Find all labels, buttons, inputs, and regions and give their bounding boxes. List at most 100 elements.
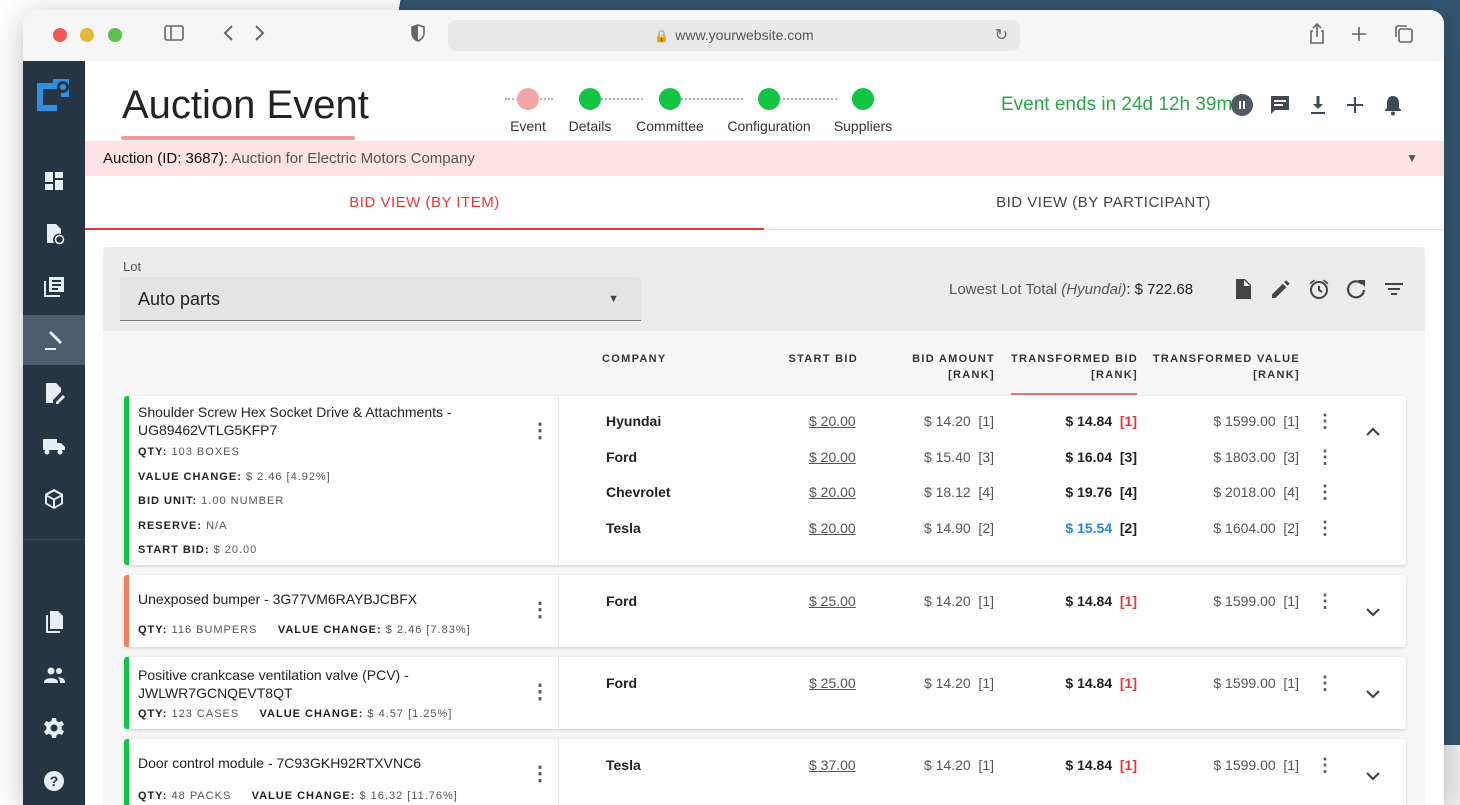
refresh-icon[interactable] (1344, 277, 1368, 301)
start-bid-link[interactable]: $ 25.00 (809, 675, 856, 691)
sidebar-item-documents[interactable] (23, 209, 85, 259)
pencil-icon[interactable] (1269, 277, 1293, 301)
browser-toolbar: 🔒 www.yourwebsite.com ↻ (23, 10, 1444, 61)
minimize-window-button[interactable] (80, 28, 94, 42)
item-title: Unexposed bumper - 3G77VM6RAYBJCBFX (138, 591, 418, 607)
download-icon[interactable] (1306, 93, 1330, 117)
lot-select[interactable]: Auto parts ▼ (120, 277, 641, 321)
forward-icon[interactable] (251, 22, 267, 50)
sidebar-item-users[interactable] (23, 650, 85, 700)
column-header-sublabel: [RANK] (1091, 369, 1138, 381)
chevron-up-icon[interactable] (1364, 423, 1382, 441)
chevron-down-icon[interactable] (1364, 767, 1382, 785)
maximize-window-button[interactable] (108, 28, 122, 42)
filter-icon[interactable] (1382, 277, 1406, 301)
step-label-committee[interactable]: Committee (636, 118, 704, 134)
item-meta-qty: QTY: 103 BOXES (138, 446, 240, 458)
company-name: Tesla (606, 520, 641, 536)
row-menu-icon[interactable]: ⋮ (1316, 591, 1334, 612)
step-dot-suppliers[interactable] (852, 88, 874, 110)
alarm-icon[interactable] (1307, 277, 1331, 301)
column-header-label: TRANSFORMED VALUE (1152, 353, 1300, 365)
sidebar-item-products[interactable] (23, 474, 85, 524)
auction-id-label: Auction (ID: 3687): (103, 150, 229, 167)
step-dot-event[interactable] (517, 88, 539, 110)
step-dot-configuration[interactable] (758, 88, 780, 110)
sidebar-item-settings[interactable] (23, 703, 85, 753)
tabs-overview-icon[interactable] (1393, 22, 1415, 52)
pause-button[interactable] (1231, 94, 1253, 116)
step-dot-committee[interactable] (659, 88, 681, 110)
reload-icon[interactable]: ↻ (995, 20, 1008, 51)
start-bid-link[interactable]: $ 20.00 (809, 484, 856, 500)
transformed-value: $ 1599.00 [1] (1213, 593, 1299, 609)
company-name: Hyundai (606, 413, 662, 429)
transformed-bid-rank: [1] (1112, 593, 1137, 609)
tab-bid-view-by-item[interactable]: BID VIEW (BY ITEM) (85, 176, 764, 230)
shield-icon[interactable] (409, 22, 427, 50)
gavel-icon (45, 331, 62, 350)
step-label-event[interactable]: Event (510, 118, 546, 134)
caret-down-icon[interactable]: ▼ (1406, 141, 1418, 176)
step-label-configuration[interactable]: Configuration (727, 118, 810, 134)
sidebar-item-files[interactable] (23, 597, 85, 647)
chat-icon[interactable] (1268, 93, 1292, 117)
row-menu-icon[interactable]: ⋮ (1316, 755, 1334, 776)
item-menu-icon[interactable]: ⋮ (530, 681, 550, 703)
status-accent (124, 657, 129, 729)
row-menu-icon[interactable]: ⋮ (1316, 447, 1334, 468)
row-menu-icon[interactable]: ⋮ (1316, 411, 1334, 432)
item-card: Door control module - 7C93GKH92RTXVNC6 Q… (124, 739, 1406, 805)
address-bar[interactable]: 🔒 www.yourwebsite.com ↻ (448, 20, 1020, 51)
column-header-bid-amount[interactable]: BID AMOUNT [RANK] (885, 351, 995, 383)
app-logo[interactable] (33, 73, 75, 115)
sidebar-item-help[interactable]: ? (23, 756, 85, 805)
column-header-transformed-bid[interactable]: TRANSFORMED BID [RANK] (1003, 351, 1138, 383)
document-icon[interactable] (1231, 277, 1255, 301)
share-icon[interactable] (1307, 22, 1327, 52)
sidebar-item-contracts[interactable] (23, 368, 85, 418)
item-menu-icon[interactable]: ⋮ (530, 763, 550, 785)
lowest-total-amount: : $ 722.68 (1126, 281, 1194, 298)
start-bid-link[interactable]: $ 37.00 (809, 757, 856, 773)
transformed-bid: $ 19.76 [4] (1065, 484, 1137, 500)
card-divider (558, 396, 559, 565)
item-menu-icon[interactable]: ⋮ (530, 420, 550, 442)
item-menu-icon[interactable]: ⋮ (530, 599, 550, 621)
sidebar-item-auctions[interactable] (23, 315, 85, 365)
sidebar-toggle-icon[interactable] (163, 22, 185, 50)
start-bid-link[interactable]: $ 20.00 (809, 449, 856, 465)
row-menu-icon[interactable]: ⋮ (1316, 482, 1334, 503)
transformed-value: $ 1604.00 [2] (1213, 520, 1299, 536)
sidebar-item-library[interactable] (23, 262, 85, 312)
transformed-bid-rank: [1] (1112, 413, 1137, 429)
close-window-button[interactable] (53, 28, 67, 42)
chevron-down-icon[interactable] (1364, 685, 1382, 703)
bid-amount: $ 14.20 [1] (923, 675, 994, 691)
step-dot-details[interactable] (579, 88, 601, 110)
sidebar-item-shipping[interactable] (23, 421, 85, 471)
sidebar-item-dashboard[interactable] (23, 156, 85, 206)
transformed-bid-amount: $ 16.04 (1065, 449, 1113, 465)
column-header-transformed-value[interactable]: TRANSFORMED VALUE [RANK] (1145, 351, 1300, 383)
row-menu-icon[interactable]: ⋮ (1316, 673, 1334, 694)
plus-icon[interactable] (1343, 93, 1367, 117)
transformed-bid: $ 14.84 [1] (1065, 593, 1137, 609)
row-menu-icon[interactable]: ⋮ (1316, 518, 1334, 539)
start-bid-link[interactable]: $ 20.00 (809, 413, 856, 429)
start-bid-link[interactable]: $ 20.00 (809, 520, 856, 536)
back-icon[interactable] (221, 22, 237, 50)
step-label-suppliers[interactable]: Suppliers (834, 118, 892, 134)
item-title: Shoulder Screw Hex Socket Drive & Attach… (138, 404, 452, 438)
chevron-down-icon[interactable] (1364, 603, 1382, 621)
item-meta: QTY: 116 BUMPERS VALUE CHANGE: $ 2.46 [7… (138, 624, 471, 636)
auction-info-bar[interactable]: Auction (ID: 3687): Auction for Electric… (85, 141, 1444, 176)
tab-bid-view-by-participant[interactable]: BID VIEW (BY PARTICIPANT) (764, 176, 1443, 230)
new-tab-icon[interactable] (1349, 22, 1369, 52)
column-header-company[interactable]: COMPANY (602, 351, 667, 367)
step-label-details[interactable]: Details (569, 118, 612, 134)
start-bid-link[interactable]: $ 25.00 (809, 593, 856, 609)
column-header-start-bid[interactable]: START BID (778, 351, 858, 367)
library-icon (44, 277, 64, 297)
bell-icon[interactable] (1381, 93, 1405, 117)
